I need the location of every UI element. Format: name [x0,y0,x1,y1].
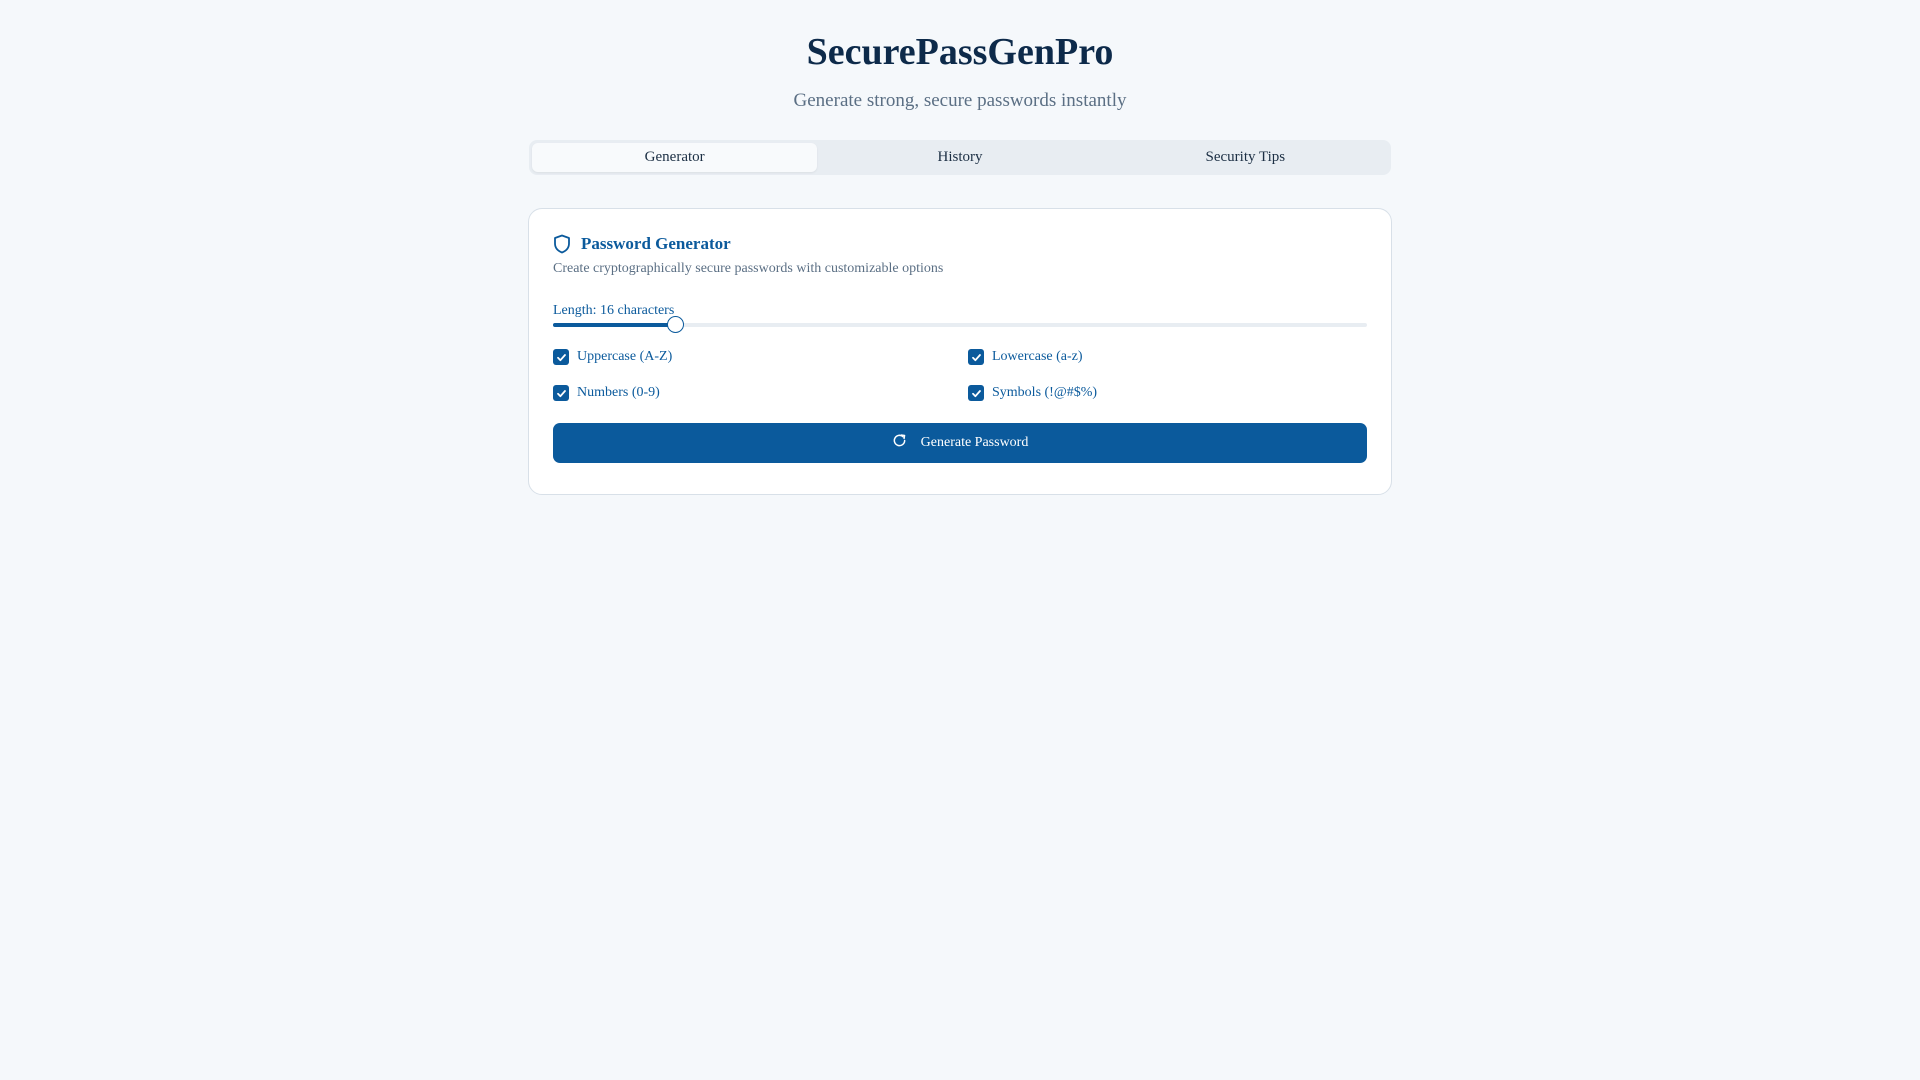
shield-icon [553,234,571,254]
tab-history[interactable]: History [817,143,1102,172]
header: SecurePassGenPro Generate strong, secure… [0,0,1920,112]
uppercase-label: Uppercase (A-Z) [577,349,673,364]
generate-password-label: Generate Password [920,435,1029,450]
card-description: Create cryptographically secure password… [553,261,944,276]
card-header: Password Generator [553,233,1367,255]
option-lowercase[interactable]: Lowercase (a-z) [968,349,1367,365]
symbols-checkbox[interactable] [968,385,984,401]
tab-security-tips[interactable]: Security Tips [1103,143,1388,172]
app-subtitle: Generate strong, secure passwords instan… [793,90,1127,111]
numbers-label: Numbers (0-9) [577,385,660,400]
slider-fill [553,323,676,327]
page: SecurePassGenPro Generate strong, secure… [0,0,1920,1080]
option-uppercase[interactable]: Uppercase (A-Z) [553,349,968,365]
slider-thumb[interactable] [667,316,685,333]
option-numbers[interactable]: Numbers (0-9) [553,385,968,401]
check-icon [971,389,981,397]
character-options: Uppercase (A-Z) Lowercase (a-z) Numbers … [553,349,1367,401]
refresh-icon [892,433,907,453]
numbers-checkbox[interactable] [553,385,569,401]
lowercase-label: Lowercase (a-z) [992,349,1083,364]
length-control: Length: 16 characters [553,303,1367,333]
symbols-label: Symbols (!@#$%) [992,385,1098,400]
lowercase-checkbox[interactable] [968,349,984,365]
length-slider[interactable] [553,316,1367,333]
uppercase-checkbox[interactable] [553,349,569,365]
generate-password-button[interactable]: Generate Password [553,423,1367,463]
check-icon [556,389,566,397]
check-icon [556,353,566,361]
password-generator-card: Password Generator Create cryptographica… [528,208,1392,495]
check-icon [971,353,981,361]
tab-bar: Generator History Security Tips [529,140,1391,175]
option-symbols[interactable]: Symbols (!@#$%) [968,385,1367,401]
app-title: SecurePassGenPro [806,31,1114,73]
tab-generator[interactable]: Generator [532,143,818,172]
length-label: Length: 16 characters [553,303,675,318]
card-title: Password Generator [581,234,731,253]
